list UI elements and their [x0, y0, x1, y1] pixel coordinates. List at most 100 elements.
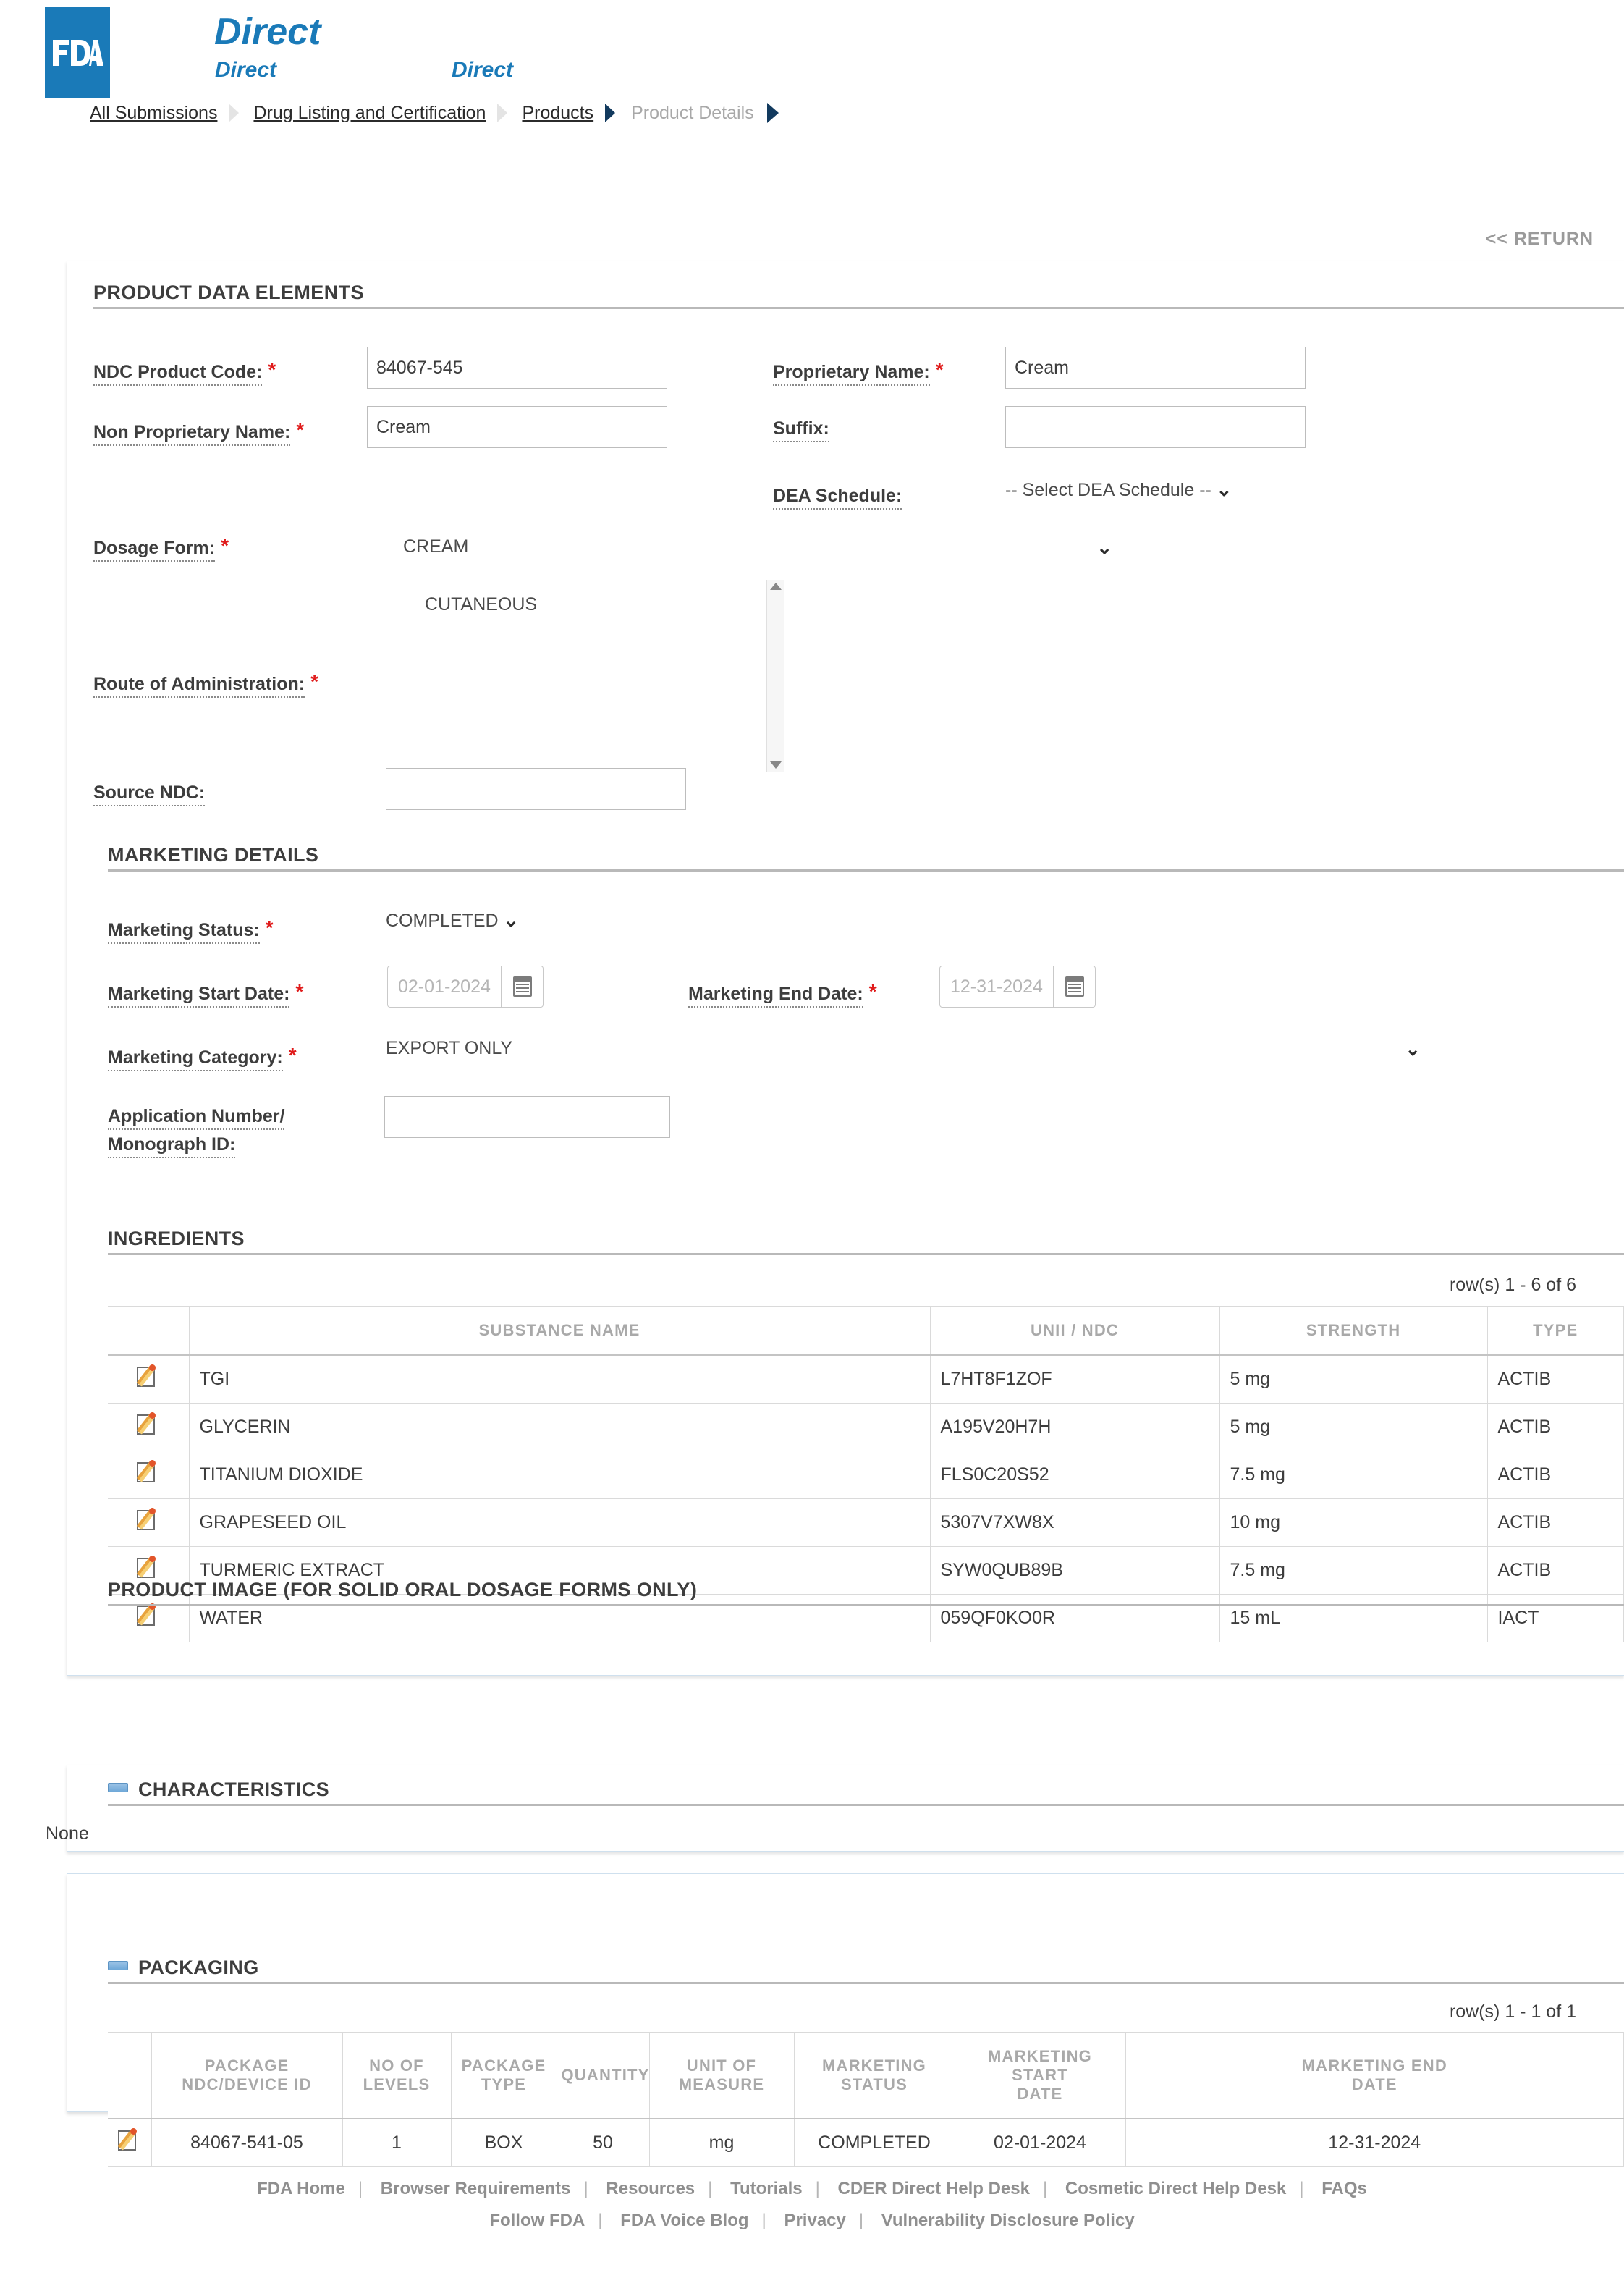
section-divider [108, 1253, 1624, 1255]
scroll-down-arrow-icon[interactable] [769, 761, 782, 769]
ndc-product-code-input[interactable]: 84067-545 [367, 347, 667, 389]
packaging-package-ndc: 84067-541-05 [151, 2119, 343, 2167]
ingredients-row-count: row(s) 1 - 6 of 6 [1449, 1275, 1576, 1295]
footer-separator: | [598, 2211, 603, 2230]
listbox-scrollbar[interactable] [766, 580, 784, 772]
marketing-start-date-field[interactable]: 02-01-2024 [387, 966, 544, 1008]
characteristics-header[interactable]: CHARACTERISTICS [108, 1779, 1624, 1806]
packaging-col-unit-of-measure: UNIT OF MEASURE [649, 2032, 795, 2119]
footer-separator: | [815, 2179, 820, 2198]
footer-link-faqs[interactable]: FAQs [1314, 2179, 1374, 2198]
return-link[interactable]: << RETURN [1486, 229, 1594, 250]
footer-link-cder-direct-help-desk[interactable]: CDER Direct Help Desk [831, 2179, 1037, 2198]
table-row[interactable]: GLYCERIN A195V20H7H 5 mg ACTIB [108, 1403, 1624, 1451]
required-asterisk: * [296, 418, 305, 441]
marketing-status-select[interactable]: COMPLETED ⌄ [386, 909, 519, 932]
footer-link-resources[interactable]: Resources [599, 2179, 702, 2198]
marketing-end-date-field[interactable]: 12-31-2024 [939, 966, 1096, 1008]
footer-link-vulnerability-disclosure-policy[interactable]: Vulnerability Disclosure Policy [874, 2211, 1142, 2230]
collapse-minus-icon[interactable] [108, 1783, 128, 1792]
ingredient-substance-name: GRAPESEED OIL [189, 1498, 931, 1547]
edit-row-button[interactable] [108, 1451, 190, 1499]
footer-link-cosmetic-direct-help-desk[interactable]: Cosmetic Direct Help Desk [1058, 2179, 1293, 2198]
required-asterisk: * [935, 358, 944, 381]
application-number-input[interactable] [384, 1096, 670, 1138]
edit-row-button[interactable] [108, 1355, 190, 1404]
edit-pencil-icon[interactable] [136, 1602, 161, 1628]
proprietary-name-label-wrap: Proprietary Name: * [773, 358, 944, 386]
section-title-ingredients: INGREDIENTS [108, 1228, 245, 1249]
chevron-down-icon: ⌄ [1405, 1038, 1421, 1060]
dosage-form-label: Dosage Form: [93, 538, 216, 562]
breadcrumb-item-all-submissions[interactable]: All Submissions [80, 103, 227, 124]
breadcrumb-item-drug-listing[interactable]: Drug Listing and Certification [243, 103, 496, 124]
application-number-label-line1: Application Number/ [108, 1106, 285, 1130]
footer-link-fda-voice-blog[interactable]: FDA Voice Blog [613, 2211, 756, 2230]
section-title-product-image: PRODUCT IMAGE (FOR SOLID ORAL DOSAGE FOR… [108, 1579, 698, 1600]
marketing-end-date-calendar-button[interactable] [1053, 966, 1095, 1007]
marketing-end-date-input[interactable]: 12-31-2024 [940, 966, 1053, 1007]
footer-link-browser-requirements[interactable]: Browser Requirements [373, 2179, 578, 2198]
footer-link-tutorials[interactable]: Tutorials [723, 2179, 810, 2198]
section-divider [108, 1604, 1624, 1606]
edit-row-button[interactable] [108, 1498, 190, 1547]
required-asterisk: * [265, 916, 274, 939]
ingredient-strength: 5 mg [1219, 1403, 1488, 1451]
collapse-minus-icon[interactable] [108, 1961, 128, 1970]
dea-schedule-select[interactable]: -- Select DEA Schedule -- ⌄ [1005, 478, 1232, 501]
footer-link-privacy[interactable]: Privacy [777, 2211, 853, 2230]
edit-pencil-icon[interactable] [136, 1363, 161, 1389]
table-row[interactable]: 84067-541-05 1 BOX 50 mg COMPLETED 02-01… [108, 2119, 1624, 2167]
table-row[interactable]: GRAPESEED OIL 5307V7XW8X 10 mg ACTIB [108, 1498, 1624, 1547]
breadcrumb-end-arrow-icon [766, 103, 779, 123]
marketing-category-label: Marketing Category: [108, 1047, 283, 1071]
non-proprietary-name-input[interactable]: Cream [367, 406, 667, 448]
section-divider [108, 1804, 1624, 1806]
product-data-panel: PRODUCT DATA ELEMENTS NDC Product Code: *… [67, 261, 1624, 1676]
brand-subtitle-2: Direct [452, 58, 514, 82]
footer-separator: | [1042, 2179, 1048, 2198]
edit-row-button[interactable] [108, 1403, 190, 1451]
dosage-form-select[interactable]: CREAM ⌄ [403, 536, 1112, 559]
footer-link-fda-home[interactable]: FDA Home [250, 2179, 352, 2198]
footer-link-follow-fda[interactable]: Follow FDA [482, 2211, 592, 2230]
ingredients-col-unii-ndc: UNII / NDC [930, 1306, 1220, 1356]
route-of-administration-listbox[interactable]: CUTANEOUS [403, 580, 837, 772]
marketing-status-label-wrap: Marketing Status: * [108, 916, 274, 944]
page-footer: FDA Home | Browser Requirements | Resource… [0, 2179, 1624, 2242]
characteristics-panel: CHARACTERISTICS None [46, 1765, 1624, 1852]
marketing-status-value: COMPLETED [386, 911, 499, 931]
source-ndc-input[interactable] [386, 768, 686, 810]
edit-pencil-icon[interactable] [117, 2127, 142, 2153]
edit-pencil-icon[interactable] [136, 1554, 161, 1580]
ingredients-table-header-row: SUBSTANCE NAME UNII / NDC STRENGTH TYPE [108, 1306, 1624, 1356]
packaging-marketing-start-date: 02-01-2024 [955, 2119, 1126, 2167]
edit-row-button[interactable] [108, 2119, 152, 2167]
suffix-label: Suffix: [773, 418, 829, 442]
marketing-category-select[interactable]: EXPORT ONLY ⌄ [386, 1038, 1421, 1060]
dea-schedule-label-wrap: DEA Schedule: [773, 486, 902, 510]
breadcrumb-item-products[interactable]: Products [512, 103, 604, 124]
edit-pencil-icon[interactable] [136, 1459, 161, 1485]
packaging-header[interactable]: PACKAGING [108, 1957, 1624, 1984]
ingredient-strength: 7.5 mg [1219, 1451, 1488, 1499]
footer-separator: | [358, 2179, 363, 2198]
edit-pencil-icon[interactable] [136, 1506, 161, 1532]
required-asterisk: * [221, 534, 229, 557]
edit-pencil-icon[interactable] [136, 1411, 161, 1437]
table-row[interactable]: TGI L7HT8F1ZOF 5 mg ACTIB [108, 1355, 1624, 1404]
marketing-start-date-calendar-button[interactable] [501, 966, 543, 1007]
marketing-details-header: MARKETING DETAILS [108, 844, 1624, 872]
section-divider [108, 869, 1624, 872]
section-title-marketing-details: MARKETING DETAILS [108, 844, 319, 866]
ndc-product-code-label: NDC Product Code: [93, 362, 263, 386]
marketing-start-date-input[interactable]: 02-01-2024 [388, 966, 501, 1007]
section-divider [93, 307, 1624, 309]
proprietary-name-input[interactable]: Cream [1005, 347, 1306, 389]
packaging-marketing-end-date: 12-31-2024 [1125, 2119, 1624, 2167]
ndc-product-code-label-wrap: NDC Product Code: * [93, 358, 310, 386]
required-asterisk: * [295, 980, 304, 1003]
table-row[interactable]: TITANIUM DIOXIDE FLS0C20S52 7.5 mg ACTIB [108, 1451, 1624, 1499]
scroll-up-arrow-icon[interactable] [769, 583, 782, 590]
suffix-input[interactable] [1005, 406, 1306, 448]
